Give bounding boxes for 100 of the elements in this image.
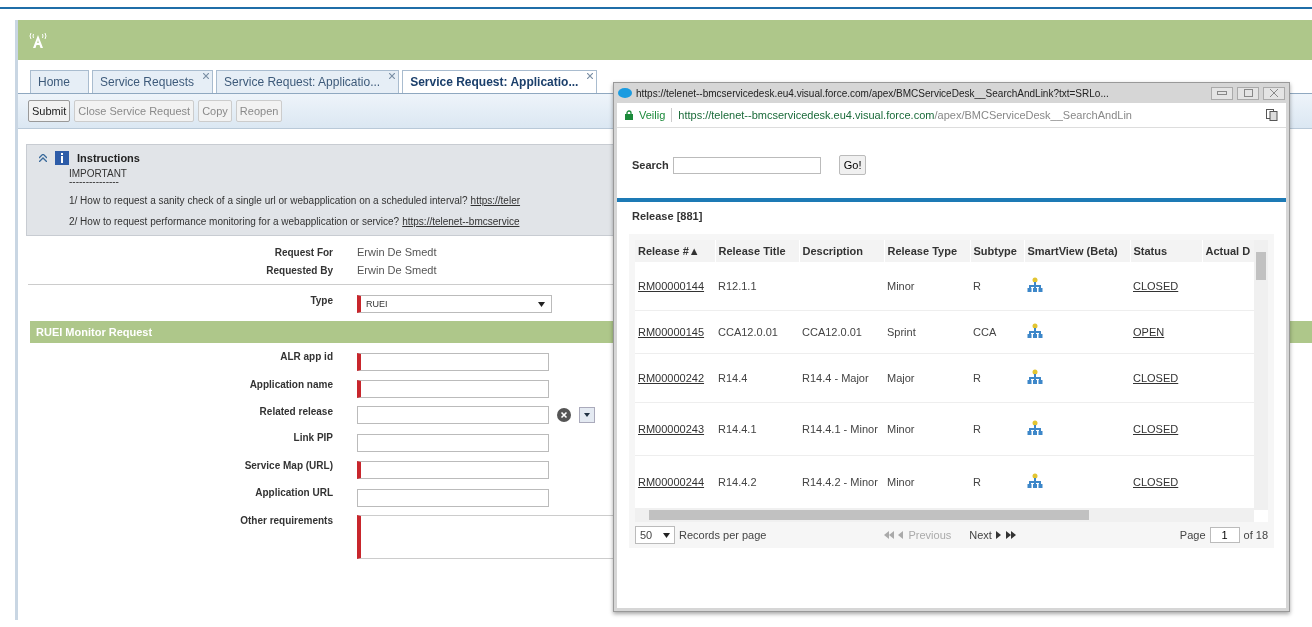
hierarchy-icon[interactable] [1027, 323, 1043, 339]
instruction-link[interactable]: https://teler [470, 195, 521, 206]
last-page-icon[interactable] [1005, 531, 1016, 539]
heading-rule: --------------- [69, 179, 119, 185]
hierarchy-icon[interactable] [1027, 369, 1043, 385]
tab[interactable]: Service Request: Applicatio... [402, 70, 598, 93]
instructions-title: Instructions [77, 152, 140, 164]
column-header[interactable]: Description [799, 240, 884, 262]
text-field[interactable] [357, 488, 549, 507]
table-cell: R [973, 280, 981, 292]
text-field[interactable] [357, 380, 549, 398]
field-label: Other requirements [240, 514, 333, 528]
table-cell: R14.4.2 - Minor [802, 476, 878, 488]
table-cell: CCA [973, 326, 997, 338]
tab[interactable]: Home [30, 70, 89, 93]
caret-icon [663, 532, 670, 538]
lookup-field[interactable] [357, 406, 549, 424]
tab[interactable]: Service Request: Applicatio... [216, 70, 400, 93]
url-text: https://telenet--bmcservicedesk.eu4.visual.force.com/apex/BMCServiceDesk__SearchAndLin [678, 109, 1132, 121]
popup-title: https://telenet--bmcservicedesk.eu4.visual.force.com/apex/BMCServiceDesk__SearchAndLink?txt=SRLo... [636, 87, 1110, 99]
table-cell: R14.4.1 - Minor [802, 423, 878, 435]
next-icon[interactable] [995, 531, 1002, 539]
hierarchy-icon[interactable] [1027, 277, 1043, 293]
table-cell: R [973, 372, 981, 384]
field-label: Related release [259, 406, 333, 419]
release-link[interactable]: RM00000243 [638, 423, 705, 435]
column-header[interactable]: SmartView (Beta) [1024, 240, 1130, 262]
instruction-link[interactable]: https://telenet--bmcservice [402, 216, 520, 227]
field-value: Erwin De Smedt [357, 264, 437, 276]
text-field[interactable] [357, 433, 549, 452]
release-link[interactable]: RM00000144 [638, 280, 705, 292]
minimize-button[interactable] [1211, 86, 1233, 100]
status-link[interactable]: OPEN [1133, 326, 1165, 338]
field-label: ALR app id [280, 351, 333, 364]
table-cell: R14.4.2 [718, 476, 757, 488]
field-label: Type [310, 295, 333, 308]
toolbar-button[interactable]: Submit [28, 100, 71, 122]
text-field[interactable] [357, 352, 549, 371]
page-icon[interactable] [1266, 109, 1278, 121]
close-icon[interactable] [587, 72, 594, 81]
column-header[interactable]: Actual D [1202, 240, 1254, 262]
column-header[interactable]: Subtype [970, 240, 1024, 262]
field-label: Service Map (URL) [244, 459, 333, 473]
dropdown-button[interactable] [579, 407, 595, 423]
column-header[interactable]: Release #▲ [635, 240, 715, 262]
table-cell: Minor [887, 280, 915, 292]
tab[interactable]: Service Requests [92, 70, 214, 93]
field-label: Requested By [266, 264, 333, 276]
close-icon[interactable] [203, 72, 210, 81]
release-link[interactable]: RM00000244 [638, 476, 705, 488]
table-cell: Minor [887, 476, 915, 488]
table-cell: Minor [887, 423, 915, 435]
table-cell: R [973, 423, 981, 435]
hierarchy-icon[interactable] [1027, 473, 1043, 489]
release-link[interactable]: RM00000145 [638, 326, 705, 338]
first-page-icon[interactable] [884, 531, 895, 539]
table-cell: R12.1.1 [718, 280, 757, 292]
field-value: Erwin De Smedt [357, 246, 437, 258]
field-label: Application URL [255, 487, 333, 500]
info-icon [55, 151, 69, 165]
table-cell: CCA12.0.01 [802, 326, 862, 338]
close-icon [1270, 89, 1278, 97]
column-header[interactable]: Release Type [884, 240, 970, 262]
hierarchy-icon[interactable] [1027, 420, 1043, 436]
search-field[interactable] [672, 156, 821, 174]
page-field[interactable]: 1 [1209, 527, 1240, 543]
field-label: Request For [274, 246, 333, 258]
table-cell: R14.4 [718, 372, 748, 384]
status-link[interactable]: CLOSED [1133, 423, 1179, 435]
column-header[interactable]: Status [1130, 240, 1202, 262]
records-label: Records per page [679, 529, 767, 541]
close-icon[interactable] [389, 72, 396, 81]
go-button[interactable]: Go! [838, 155, 867, 175]
caret-icon [584, 413, 590, 417]
maximize-button[interactable] [1237, 86, 1259, 100]
cloud-icon [618, 88, 632, 98]
antenna-icon [28, 31, 48, 49]
status-link[interactable]: CLOSED [1133, 372, 1179, 384]
collapse-icon[interactable] [39, 154, 47, 162]
field-label: Application name [249, 378, 333, 392]
next-link[interactable]: Next [969, 529, 992, 541]
status-link[interactable]: CLOSED [1133, 476, 1179, 488]
lock-icon [625, 110, 633, 120]
column-header[interactable]: Release Title [715, 240, 799, 262]
table-cell: R14.4.1 [718, 423, 757, 435]
clear-icon[interactable] [557, 408, 571, 422]
page-size-select[interactable]: 50 [635, 526, 675, 544]
release-link[interactable]: RM00000242 [638, 372, 705, 384]
previous-icon[interactable] [898, 531, 905, 539]
page-total: of 18 [1243, 529, 1268, 541]
close-button[interactable] [1263, 86, 1285, 100]
table-cell: R14.4 - Major [802, 372, 869, 384]
minimize-icon [1217, 91, 1227, 95]
list-title: Release [881] [631, 209, 704, 224]
status-link[interactable]: CLOSED [1133, 280, 1179, 292]
maximize-icon [1243, 89, 1253, 97]
type-select[interactable]: RUEI [357, 295, 552, 313]
table-cell: CCA12.0.01 [718, 326, 778, 338]
text-field[interactable] [357, 461, 549, 479]
field-label: Link PIP [293, 432, 333, 445]
